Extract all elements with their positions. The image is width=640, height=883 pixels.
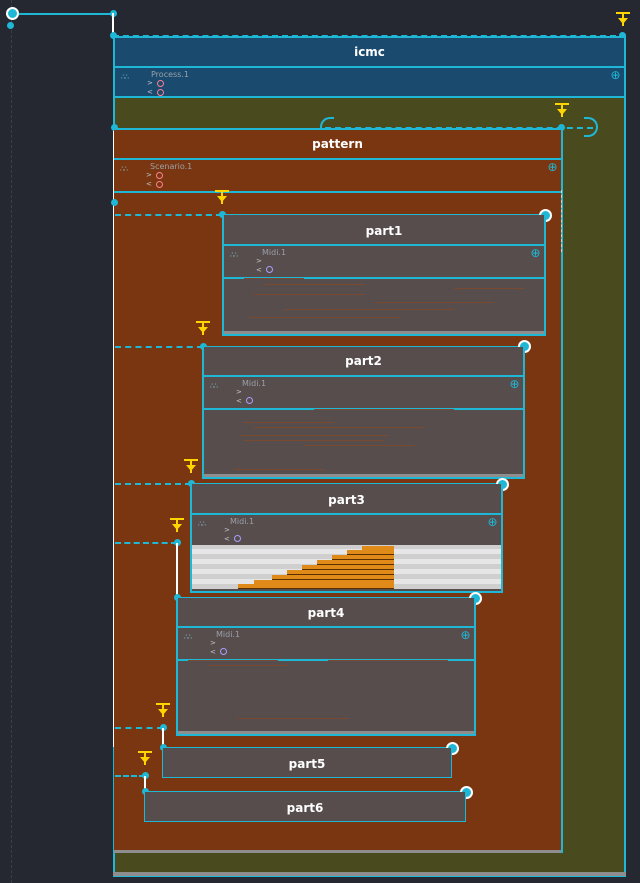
part2-bottom-bar — [204, 474, 523, 477]
add-process-icon[interactable]: ⊕ — [530, 247, 541, 259]
part3-process-slot[interactable]: ∴∴ Midi.1 > < ⊕ — [192, 513, 501, 548]
part1-midi-area[interactable] — [224, 276, 544, 334]
part4-bottom-bar — [178, 731, 474, 734]
grip-icon[interactable]: ∴∴ — [230, 252, 238, 259]
part1-title: part1 — [365, 224, 403, 238]
add-process-icon[interactable]: ⊕ — [547, 161, 558, 173]
grip-icon[interactable]: ∴∴ — [210, 383, 218, 390]
part5-box[interactable]: part5 — [162, 748, 452, 778]
part5-dashed-line — [115, 727, 163, 729]
part5-title: part5 — [288, 757, 326, 771]
pattern-process-slot[interactable]: ∴∴ Scenario.1 > < ⊕ — [114, 158, 561, 193]
part3-trigger-icon[interactable] — [184, 459, 198, 477]
in-port-icon[interactable] — [157, 89, 164, 96]
icmc-title: icmc — [354, 45, 385, 59]
part2-midi-area[interactable] — [204, 407, 523, 477]
part2-box[interactable]: part2 ∴∴ Midi.1 > < ⊕ — [202, 347, 525, 479]
add-process-icon[interactable]: ⊕ — [460, 629, 471, 641]
part3-process-label: Midi.1 — [230, 517, 255, 526]
part3-dashed-line — [115, 483, 191, 485]
part4-dashed-line — [115, 542, 177, 544]
pattern-right-marker — [561, 190, 562, 252]
out-port-label: > — [256, 257, 262, 265]
part4-process-label: Midi.1 — [216, 630, 241, 639]
in-port-label: < — [147, 88, 153, 96]
part1-trigger-icon[interactable] — [215, 190, 229, 208]
icmc-process-label: Process.1 — [151, 70, 189, 79]
in-port-icon[interactable] — [246, 397, 253, 404]
out-port-icon[interactable] — [157, 80, 164, 87]
part6-dashed-line — [115, 775, 145, 777]
in-port-icon[interactable] — [234, 535, 241, 542]
pattern-process-label: Scenario.1 — [150, 162, 193, 171]
add-process-icon[interactable]: ⊕ — [487, 516, 498, 528]
part2-process-slot[interactable]: ∴∴ Midi.1 > < ⊕ — [204, 375, 523, 410]
icmc-box[interactable]: icmc ∴∴ Process.1 > < ⊕ — [113, 36, 626, 98]
pattern-scenario-start — [111, 199, 118, 206]
part1-bottom-bar — [224, 331, 544, 334]
part3-piano-roll[interactable] — [192, 545, 501, 589]
in-port-label: < — [146, 180, 152, 188]
part2-process-label: Midi.1 — [242, 379, 267, 388]
root-connection — [12, 13, 113, 15]
out-port-label: > — [236, 388, 242, 396]
out-port-label: > — [224, 526, 230, 534]
root-start-state[interactable] — [6, 7, 19, 20]
out-port-label: > — [210, 639, 216, 647]
pattern-bottom-bar — [114, 850, 561, 853]
in-port-icon[interactable] — [266, 266, 273, 273]
grip-icon[interactable]: ∴∴ — [184, 634, 192, 641]
part6-trigger-icon[interactable] — [138, 751, 152, 769]
out-port-icon[interactable] — [156, 172, 163, 179]
part2-title: part2 — [345, 354, 382, 368]
part4-midi-area[interactable] — [178, 658, 474, 734]
in-port-label: < — [236, 397, 242, 405]
grip-icon[interactable]: ∴∴ — [120, 166, 128, 173]
icmc-trigger-icon[interactable] — [616, 12, 630, 30]
in-port-label: < — [256, 266, 262, 274]
in-port-icon[interactable] — [156, 181, 163, 188]
add-process-icon[interactable]: ⊕ — [509, 378, 520, 390]
icmc-bottom-bar — [113, 872, 626, 876]
part3-title: part3 — [328, 493, 365, 507]
part4-vertical-line — [176, 543, 178, 598]
in-port-label: < — [210, 648, 216, 656]
part4-box[interactable]: part4 ∴∴ Midi.1 > < ⊕ — [176, 598, 476, 736]
left-dot — [7, 22, 14, 29]
out-port-label: > — [147, 79, 153, 87]
part1-box[interactable]: part1 ∴∴ Midi.1 > < ⊕ — [222, 215, 546, 336]
part1-process-label: Midi.1 — [262, 248, 287, 257]
part4-trigger-icon[interactable] — [170, 518, 184, 536]
part4-process-slot[interactable]: ∴∴ Midi.1 > < ⊕ — [178, 626, 474, 661]
part1-dashed-line — [115, 214, 222, 216]
pattern-title: pattern — [312, 137, 363, 151]
part2-dashed-line — [115, 346, 203, 348]
out-port-label: > — [146, 171, 152, 179]
add-process-icon[interactable]: ⊕ — [610, 69, 621, 81]
grip-icon[interactable]: ∴∴ — [121, 74, 129, 81]
pattern-trigger-icon[interactable] — [555, 103, 569, 121]
part3-box[interactable]: part3 ∴∴ Midi.1 > < ⊕ — [190, 484, 503, 593]
part2-trigger-icon[interactable] — [196, 321, 210, 339]
in-port-label: < — [224, 535, 230, 543]
in-port-icon[interactable] — [220, 648, 227, 655]
part6-title: part6 — [286, 801, 324, 815]
timeline-gutter — [0, 0, 12, 883]
part1-process-slot[interactable]: ∴∴ Midi.1 > < ⊕ — [224, 244, 544, 279]
part6-box[interactable]: part6 — [144, 792, 466, 822]
icmc-process-slot[interactable]: ∴∴ Process.1 > < ⊕ — [115, 66, 624, 100]
grip-icon[interactable]: ∴∴ — [198, 521, 206, 528]
part5-trigger-icon[interactable] — [156, 703, 170, 721]
part4-title: part4 — [307, 606, 345, 620]
